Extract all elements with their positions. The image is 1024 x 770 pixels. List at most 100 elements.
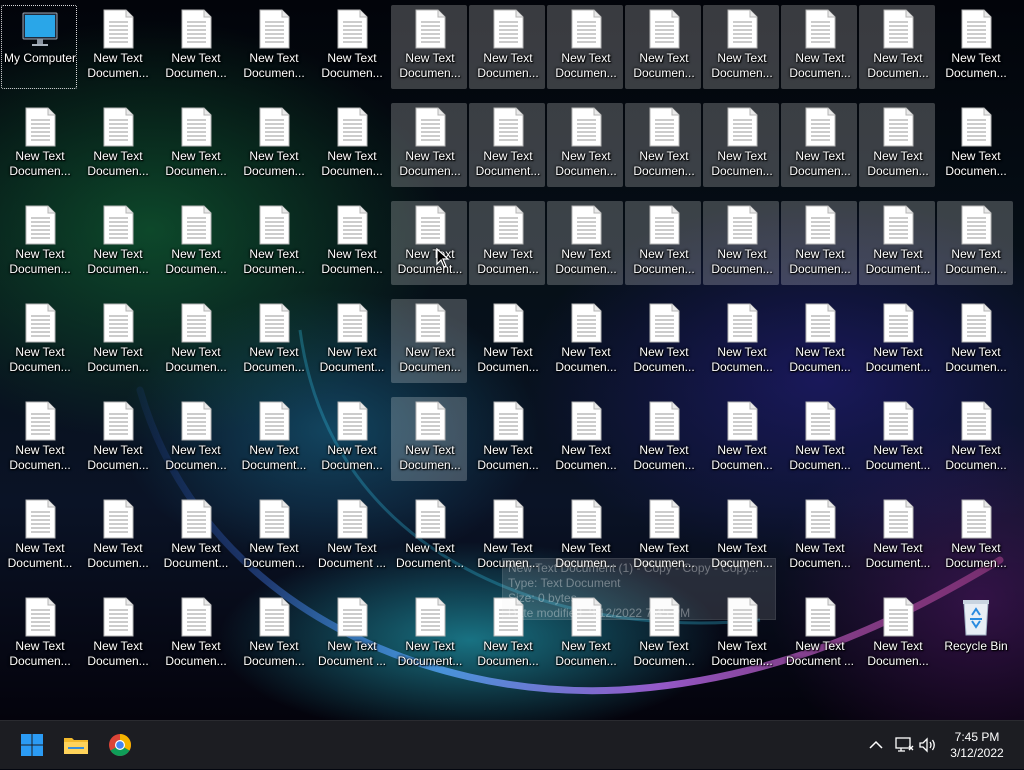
text-document-item[interactable]: New Text Document... <box>469 103 545 187</box>
clock[interactable]: 7:45 PM 3/12/2022 <box>936 729 1018 761</box>
text-document-item[interactable]: New Text Documen... <box>235 5 311 89</box>
start-button[interactable] <box>12 725 52 765</box>
text-document-item[interactable]: New Text Documen... <box>157 299 233 383</box>
text-document-item[interactable]: New Text Documen... <box>547 397 623 481</box>
text-document-item[interactable]: New Text Documen... <box>1 593 77 677</box>
text-document-item[interactable]: New Text Documen... <box>781 397 857 481</box>
text-document-item[interactable]: New Text Documen... <box>79 593 155 677</box>
text-document-item[interactable]: New Text Documen... <box>79 397 155 481</box>
text-document-item[interactable]: New Text Document ... <box>391 495 467 579</box>
recycle-bin-item[interactable]: Recycle Bin <box>937 593 1013 677</box>
text-document-item[interactable]: New Text Documen... <box>547 201 623 285</box>
text-document-item[interactable]: New Text Documen... <box>547 299 623 383</box>
text-document-item[interactable]: New Text Documen... <box>313 103 389 187</box>
text-document-item[interactable]: New Text Document... <box>235 397 311 481</box>
text-document-item[interactable]: New Text Documen... <box>625 593 701 677</box>
text-document-item[interactable]: New Text Documen... <box>1 299 77 383</box>
show-desktop-button[interactable] <box>1018 721 1024 769</box>
text-document-item[interactable]: New Text Documen... <box>937 495 1013 579</box>
text-document-item[interactable]: New Text Documen... <box>157 103 233 187</box>
text-document-item[interactable]: New Text Documen... <box>781 201 857 285</box>
text-document-item[interactable]: New Text Documen... <box>547 103 623 187</box>
text-document-item[interactable]: New Text Documen... <box>1 397 77 481</box>
text-document-item[interactable]: New Text Documen... <box>79 495 155 579</box>
text-document-item[interactable]: New Text Documen... <box>1 201 77 285</box>
text-document-item[interactable]: New Text Document... <box>313 299 389 383</box>
chrome-button[interactable] <box>100 725 140 765</box>
text-document-item[interactable]: New Text Documen... <box>469 5 545 89</box>
text-document-item[interactable]: New Text Documen... <box>469 593 545 677</box>
text-document-item[interactable]: New Text Document... <box>157 495 233 579</box>
text-document-item[interactable]: New Text Documen... <box>703 103 779 187</box>
text-document-item[interactable]: New Text Documen... <box>703 593 779 677</box>
text-document-item[interactable]: New Text Documen... <box>781 5 857 89</box>
text-document-item[interactable]: New Text Document... <box>859 201 935 285</box>
text-document-item[interactable]: New Text Documen... <box>625 201 701 285</box>
icon-image <box>255 106 293 148</box>
text-document-item[interactable]: New Text Documen... <box>703 299 779 383</box>
text-document-item[interactable]: New Text Documen... <box>235 495 311 579</box>
text-document-item[interactable]: New Text Documen... <box>547 5 623 89</box>
text-document-item[interactable]: New Text Documen... <box>235 299 311 383</box>
text-document-item[interactable]: New Text Documen... <box>937 397 1013 481</box>
file-explorer-button[interactable] <box>56 725 96 765</box>
text-document-item[interactable]: New Text Documen... <box>781 103 857 187</box>
text-document-item[interactable]: New Text Documen... <box>79 5 155 89</box>
text-document-item[interactable]: New Text Documen... <box>703 495 779 579</box>
text-document-item[interactable]: New Text Document ... <box>313 593 389 677</box>
my-computer-item[interactable]: My Computer <box>1 5 77 89</box>
text-document-item[interactable]: New Text Documen... <box>625 495 701 579</box>
text-document-item[interactable]: New Text Documen... <box>79 299 155 383</box>
text-document-item[interactable]: New Text Documen... <box>937 201 1013 285</box>
text-document-item[interactable]: New Text Documen... <box>313 201 389 285</box>
text-document-item[interactable]: New Text Documen... <box>79 201 155 285</box>
text-document-item[interactable]: New Text Documen... <box>469 495 545 579</box>
text-document-item[interactable]: New Text Document... <box>859 397 935 481</box>
text-document-item[interactable]: New Text Documen... <box>313 5 389 89</box>
text-document-item[interactable]: New Text Documen... <box>157 397 233 481</box>
text-document-item[interactable]: New Text Documen... <box>157 201 233 285</box>
text-document-item[interactable]: New Text Documen... <box>157 593 233 677</box>
show-hidden-icons-button[interactable] <box>864 733 888 757</box>
text-document-item[interactable]: New Text Document... <box>859 495 935 579</box>
text-document-item[interactable]: New Text Documen... <box>469 299 545 383</box>
text-document-item[interactable]: New Text Documen... <box>703 5 779 89</box>
text-document-item[interactable]: New Text Documen... <box>547 495 623 579</box>
text-document-item[interactable]: New Text Document ... <box>781 593 857 677</box>
text-document-item[interactable]: New Text Documen... <box>1 103 77 187</box>
text-document-item[interactable]: New Text Documen... <box>703 201 779 285</box>
text-document-item[interactable]: New Text Documen... <box>391 397 467 481</box>
text-document-item[interactable]: New Text Documen... <box>625 103 701 187</box>
text-document-item[interactable]: New Text Document... <box>391 201 467 285</box>
text-document-item[interactable]: New Text Documen... <box>625 299 701 383</box>
text-document-item[interactable]: New Text Documen... <box>859 5 935 89</box>
text-document-item[interactable]: New Text Documen... <box>79 103 155 187</box>
text-document-item[interactable]: New Text Documen... <box>625 5 701 89</box>
text-document-item[interactable]: New Text Documen... <box>235 103 311 187</box>
text-document-item[interactable]: New Text Document... <box>1 495 77 579</box>
text-document-item[interactable]: New Text Documen... <box>937 5 1013 89</box>
text-document-item[interactable]: New Text Document ... <box>313 495 389 579</box>
text-document-item[interactable]: New Text Documen... <box>391 103 467 187</box>
text-document-item[interactable]: New Text Documen... <box>469 397 545 481</box>
text-document-item[interactable]: New Text Documen... <box>313 397 389 481</box>
text-document-item[interactable]: New Text Documen... <box>937 299 1013 383</box>
desktop[interactable]: My Computer New Text Documen... New Text Doc… <box>0 0 1024 720</box>
text-document-item[interactable]: New Text Documen... <box>391 5 467 89</box>
text-document-item[interactable]: New Text Document... <box>859 299 935 383</box>
text-document-item[interactable]: New Text Document... <box>391 593 467 677</box>
text-document-item[interactable]: New Text Documen... <box>937 103 1013 187</box>
text-document-item[interactable]: New Text Documen... <box>625 397 701 481</box>
text-document-item[interactable]: New Text Documen... <box>781 299 857 383</box>
text-document-item[interactable]: New Text Documen... <box>859 103 935 187</box>
text-document-item[interactable]: New Text Documen... <box>235 593 311 677</box>
text-document-item[interactable]: New Text Documen... <box>703 397 779 481</box>
text-document-item[interactable]: New Text Documen... <box>781 495 857 579</box>
network-button[interactable] <box>892 733 916 757</box>
text-document-item[interactable]: New Text Documen... <box>469 201 545 285</box>
text-document-item[interactable]: New Text Documen... <box>391 299 467 383</box>
text-document-item[interactable]: New Text Documen... <box>157 5 233 89</box>
text-document-item[interactable]: New Text Documen... <box>859 593 935 677</box>
text-document-item[interactable]: New Text Documen... <box>235 201 311 285</box>
text-document-item[interactable]: New Text Documen... <box>547 593 623 677</box>
